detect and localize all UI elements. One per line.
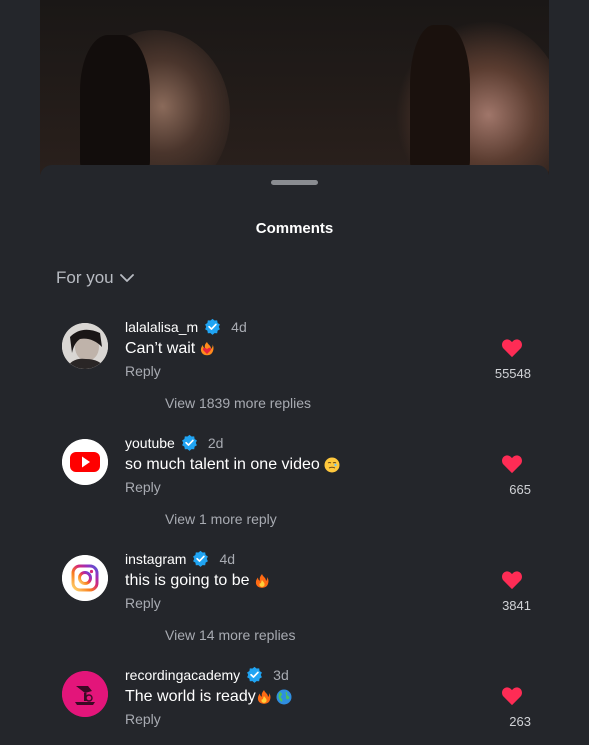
sort-filter-label: For you <box>56 268 114 287</box>
comment-username[interactable]: instagram <box>125 551 186 567</box>
verified-badge-icon <box>205 318 221 335</box>
like-count: 3841 <box>502 598 531 613</box>
like-count: 55548 <box>494 366 531 381</box>
reply-button[interactable]: Reply <box>125 363 161 379</box>
comment-username[interactable]: lalalalisa_m <box>125 319 198 335</box>
view-more-replies-button[interactable]: View 1 more reply <box>165 511 277 527</box>
avatar[interactable] <box>62 671 108 717</box>
comment-username[interactable]: youtube <box>125 435 175 451</box>
video-preview[interactable] <box>40 0 549 175</box>
view-more-replies-button[interactable]: View 1839 more replies <box>165 395 311 411</box>
view-more-replies-button[interactable]: View 14 more replies <box>165 627 295 643</box>
heart-on-fire-emoji-icon <box>201 342 214 356</box>
comment-age: 2d <box>207 434 224 451</box>
avatar[interactable] <box>62 323 108 369</box>
comment-age: 3d <box>273 666 289 683</box>
verified-badge-icon <box>181 434 197 451</box>
globe-emoji-icon <box>276 689 292 705</box>
video-figure-right-hair <box>410 25 470 175</box>
sheet-title: Comments <box>255 220 334 237</box>
verified-badge-icon <box>247 666 263 683</box>
face-holding-back-tears-emoji-icon <box>324 457 340 473</box>
reply-button[interactable]: Reply <box>125 595 161 611</box>
comment-text: this is going to be <box>125 572 250 589</box>
fire-emoji-icon <box>255 574 269 588</box>
gramophone-logo-icon <box>62 671 108 717</box>
instagram-logo-icon <box>62 555 108 601</box>
sort-filter-dropdown[interactable]: For you <box>56 268 134 288</box>
fire-emoji-icon <box>257 690 271 704</box>
comment-text: The world is ready <box>125 688 256 705</box>
drag-handle[interactable] <box>271 180 318 185</box>
heart-like-icon[interactable] <box>501 570 523 590</box>
heart-like-icon[interactable] <box>501 338 523 358</box>
heart-like-icon[interactable] <box>501 454 523 474</box>
like-count: 665 <box>509 482 531 497</box>
comment-username[interactable]: recordingacademy <box>125 667 240 683</box>
youtube-logo-icon <box>62 439 108 485</box>
comment-text: Can’t wait <box>125 340 196 357</box>
comments-sheet <box>40 165 549 745</box>
like-count: 263 <box>509 714 531 729</box>
avatar[interactable] <box>62 439 108 485</box>
heart-like-icon[interactable] <box>501 686 523 706</box>
reply-button[interactable]: Reply <box>125 479 161 495</box>
comment-age: 4d <box>231 318 247 335</box>
avatar[interactable] <box>62 555 108 601</box>
chevron-down-icon <box>119 274 134 282</box>
verified-badge-icon <box>193 550 209 567</box>
video-figure-left-hair <box>80 35 150 175</box>
reply-button[interactable]: Reply <box>125 711 161 727</box>
comment-age: 4d <box>219 550 236 567</box>
comment-text: so much talent in one video <box>125 456 320 473</box>
